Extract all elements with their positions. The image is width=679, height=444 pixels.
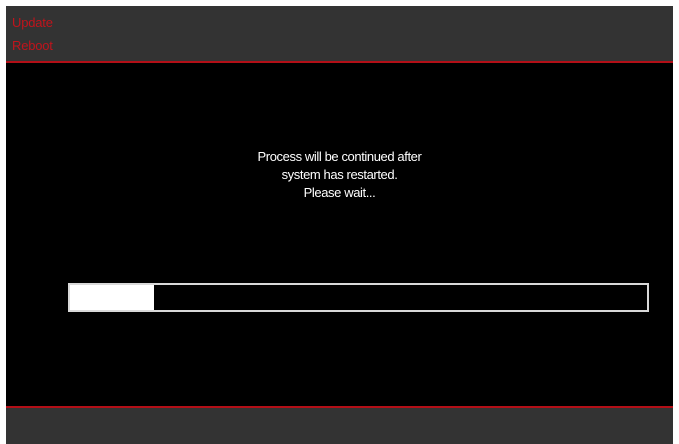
header-bar: Update Reboot [6, 6, 673, 63]
progress-bar-fill [70, 285, 154, 310]
status-message-line-3: Please wait... [303, 185, 376, 200]
status-message-line-1: Process will be continued after [257, 149, 422, 164]
menu-title-update: Update [12, 15, 53, 30]
footer-bar [6, 406, 673, 444]
osd-screen: Update Reboot Process will be continued … [6, 6, 673, 444]
status-message: Process will be continued after system h… [6, 148, 673, 202]
progress-bar [68, 283, 649, 312]
menu-title-reboot: Reboot [12, 38, 53, 53]
status-message-line-2: system has restarted. [281, 167, 398, 182]
